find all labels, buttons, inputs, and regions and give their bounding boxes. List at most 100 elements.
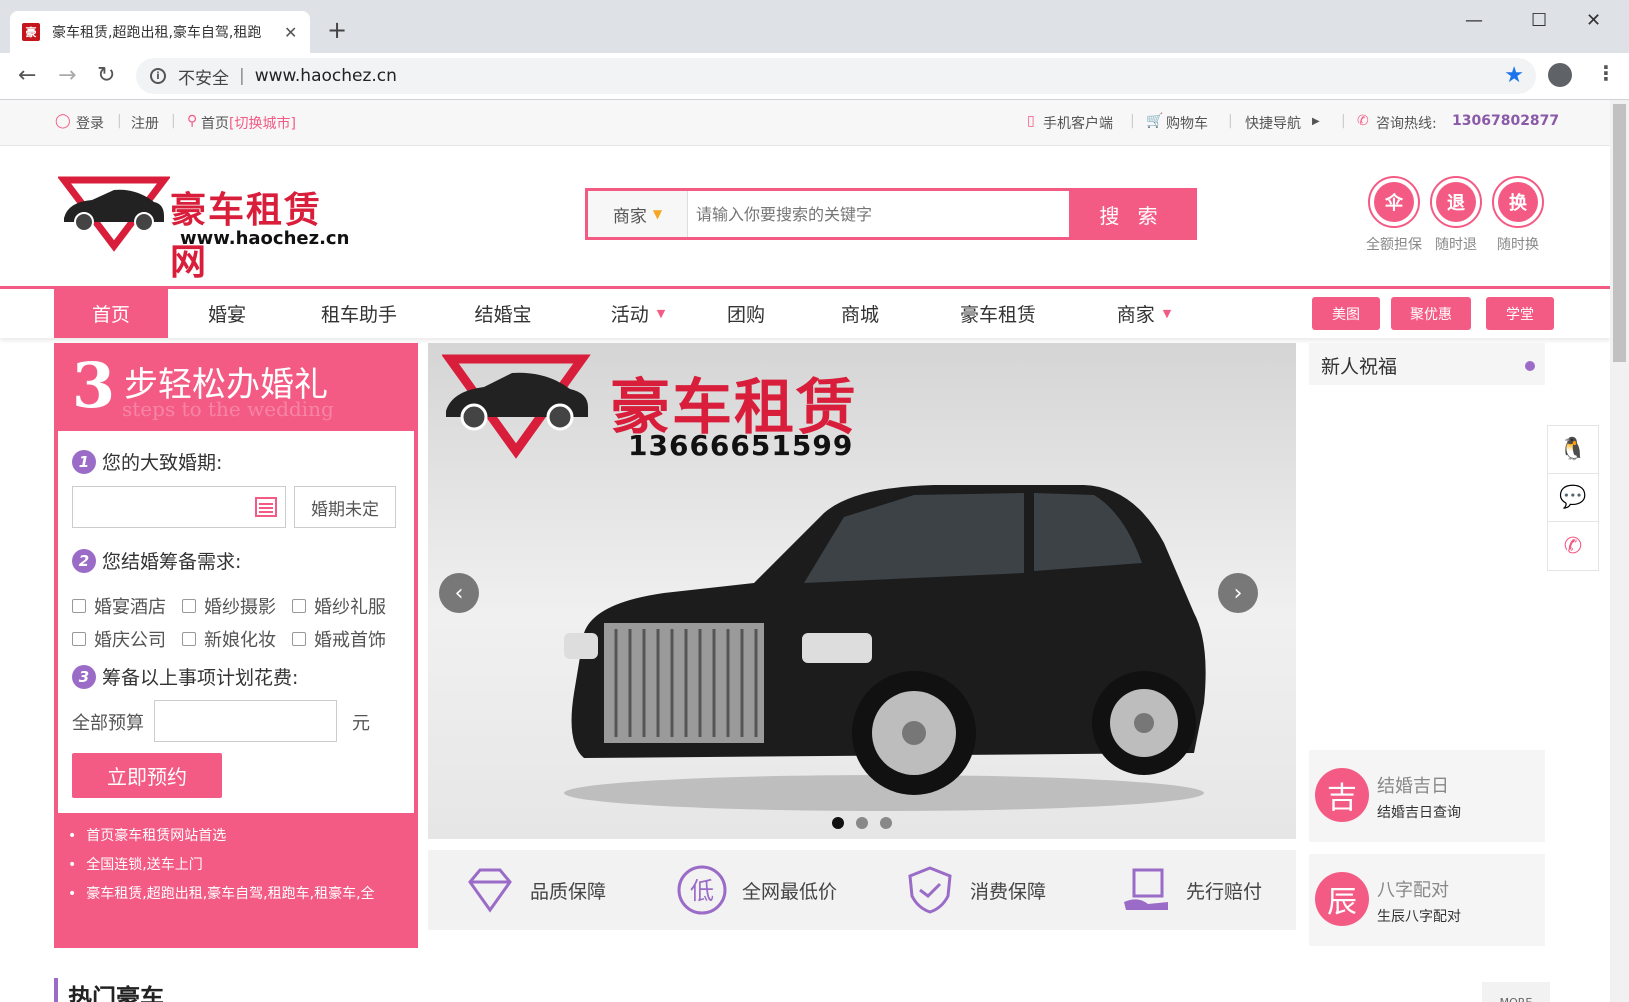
feature-lowest-price[interactable]: 低 全网最低价: [674, 862, 837, 918]
nav-mall[interactable]: 商城: [830, 289, 890, 338]
info-icon[interactable]: i: [150, 68, 166, 84]
switch-city-link[interactable]: [切换城市]: [229, 113, 296, 133]
checkbox-wedding-dress[interactable]: 婚纱礼服: [292, 593, 386, 619]
bookmark-star-icon[interactable]: ★: [1504, 63, 1524, 88]
section-title: 热门豪车: [68, 984, 164, 1002]
guarantee-label: 随时换: [1497, 237, 1539, 253]
list-item[interactable]: 首页豪车租赁网站首选: [68, 825, 408, 854]
book-hand-icon: [1124, 868, 1168, 910]
nav-merchants[interactable]: 商家 ▼: [1104, 289, 1184, 338]
scrollbar-thumb[interactable]: [1613, 104, 1626, 362]
search-input[interactable]: [688, 191, 1069, 237]
feature-consumer-protection[interactable]: 消费保障: [902, 862, 1046, 918]
site-favicon-icon: 豪: [22, 23, 40, 41]
checkbox-wedding-photo[interactable]: 婚纱摄影: [182, 593, 276, 619]
divider: |: [117, 113, 122, 129]
phone-call-icon[interactable]: ✆: [1548, 522, 1598, 570]
guarantee-full[interactable]: 伞 全额担保: [1364, 176, 1424, 254]
divider: |: [171, 113, 176, 129]
guarantee-label: 随时退: [1435, 237, 1477, 253]
banner-dot[interactable]: [832, 817, 844, 829]
divider: |: [1341, 113, 1346, 129]
insecure-label: 不安全: [178, 68, 229, 89]
login-link[interactable]: 登录: [76, 113, 104, 133]
banner-logo-icon: [442, 354, 591, 459]
nav-wedding-treasure[interactable]: 结婚宝: [458, 289, 548, 338]
wedding-date-input[interactable]: [72, 486, 286, 528]
browser-menu-icon[interactable]: ⋮: [1596, 61, 1616, 85]
reload-icon[interactable]: ↻: [97, 63, 115, 88]
mobile-client-link[interactable]: 手机客户端: [1043, 113, 1113, 133]
diamond-icon: [468, 868, 512, 913]
nav-home[interactable]: 首页: [54, 289, 168, 338]
site-header: 豪车租赁网 www.haochez.cn 商家 ▼ 搜 索 伞 全额担保 退 随…: [0, 146, 1610, 286]
qq-icon[interactable]: 🐧: [1548, 426, 1598, 474]
tab-close-icon[interactable]: ✕: [284, 23, 297, 42]
nav-group-buy[interactable]: 团购: [716, 289, 776, 338]
chevron-down-icon: ▼: [1162, 307, 1172, 320]
page-scrollbar[interactable]: [1610, 100, 1629, 1002]
nav-pill-deals[interactable]: 聚优惠: [1391, 297, 1471, 330]
home-link[interactable]: 首页: [201, 113, 229, 133]
guarantee-refund[interactable]: 退 随时退: [1426, 176, 1486, 254]
nav-pill-gallery[interactable]: 美图: [1312, 297, 1380, 330]
shield-icon: [908, 866, 952, 914]
blessings-box: 新人祝福: [1309, 343, 1545, 385]
nav-banquet[interactable]: 婚宴: [190, 289, 264, 338]
budget-input[interactable]: [154, 700, 337, 742]
checkbox-banquet-hotel[interactable]: 婚宴酒店: [72, 593, 166, 619]
banner-next-icon[interactable]: ›: [1218, 573, 1258, 613]
nav-rental-helper[interactable]: 租车助手: [306, 289, 412, 338]
tool-bazi-match[interactable]: 辰 八字配对 生辰八字配对: [1309, 854, 1545, 946]
budget-label: 全部预算: [72, 713, 144, 734]
guarantee-exchange[interactable]: 换 随时换: [1488, 176, 1548, 254]
new-tab-icon[interactable]: +: [327, 16, 347, 44]
search-button[interactable]: 搜 索: [1069, 191, 1194, 237]
minimize-icon[interactable]: —: [1465, 10, 1483, 31]
browser-tab[interactable]: 豪 豪车租赁,超跑出租,豪车自驾,租跑 ✕: [10, 11, 310, 53]
browser-toolbar: ← → ↻ i 不安全 | www.haochez.cn ★ ⋮: [0, 53, 1629, 100]
nav-luxury-rental[interactable]: 豪车租赁: [948, 289, 1048, 338]
location-pin-icon: ⚲: [187, 113, 198, 129]
quick-nav-link[interactable]: 快捷导航: [1245, 113, 1301, 133]
search-box: 商家 ▼ 搜 索: [585, 188, 1197, 240]
book-now-button[interactable]: 立即预约: [72, 753, 222, 798]
checkbox-bridal-makeup[interactable]: 新娘化妆: [182, 626, 276, 652]
tool-auspicious-day[interactable]: 吉 结婚吉日 结婚吉日查询: [1309, 750, 1545, 842]
wechat-icon[interactable]: 💬: [1548, 474, 1598, 522]
web-page: ◯ 登录 | 注册 | ⚲ 首页 [切换城市] ▯ 手机客户端 | 🛒 购物车 …: [0, 100, 1610, 1002]
browser-tabstrip: 豪 豪车租赁,超跑出租,豪车自驾,租跑 ✕ + — ☐ ✕: [0, 0, 1629, 53]
profile-icon[interactable]: [1548, 63, 1572, 87]
tool-desc: 生辰八字配对: [1377, 909, 1461, 925]
register-link[interactable]: 注册: [131, 113, 159, 133]
calendar-icon[interactable]: [255, 497, 277, 517]
nav-activities[interactable]: 活动 ▼: [598, 289, 678, 338]
maximize-icon[interactable]: ☐: [1531, 10, 1547, 31]
address-bar[interactable]: i 不安全 | www.haochez.cn ★: [136, 58, 1536, 94]
blessings-title: 新人祝福: [1321, 356, 1398, 378]
auspicious-icon: 吉: [1315, 768, 1369, 822]
cart-link[interactable]: 购物车: [1166, 113, 1208, 133]
date-undecided-button[interactable]: 婚期未定: [294, 486, 396, 528]
close-window-icon[interactable]: ✕: [1586, 10, 1601, 31]
banner-dot[interactable]: [856, 817, 868, 829]
feature-quality[interactable]: 品质保障: [462, 862, 606, 918]
search-category-select[interactable]: 商家 ▼: [588, 191, 688, 237]
nav-pill-academy[interactable]: 学堂: [1486, 297, 1554, 330]
more-link[interactable]: MORE: [1482, 982, 1550, 1002]
wedding-planner-header: 3 步轻松办婚礼 steps to the wedding: [54, 343, 418, 431]
checkbox-wedding-jewelry[interactable]: 婚戒首饰: [292, 626, 386, 652]
omnibox-divider: |: [239, 66, 245, 86]
banner-dot[interactable]: [880, 817, 892, 829]
site-logo[interactable]: 豪车租赁网 www.haochez.cn: [56, 176, 358, 283]
list-item[interactable]: 全国连锁,送车上门: [68, 854, 408, 883]
hotline-label: 咨询热线:: [1376, 116, 1437, 132]
forward-icon[interactable]: →: [58, 63, 76, 88]
feature-advance-payment[interactable]: 先行赔付: [1118, 862, 1262, 918]
checkbox-wedding-company[interactable]: 婚庆公司: [72, 626, 166, 652]
list-item[interactable]: 豪车租赁,超跑出租,豪车自驾,租跑车,租豪车,全: [68, 883, 408, 912]
back-icon[interactable]: ←: [18, 63, 36, 88]
banner-prev-icon[interactable]: ‹: [439, 573, 479, 613]
low-price-icon: 低: [677, 865, 727, 915]
hero-banner[interactable]: 豪车租赁 13666651599 ‹ ›: [428, 343, 1296, 839]
